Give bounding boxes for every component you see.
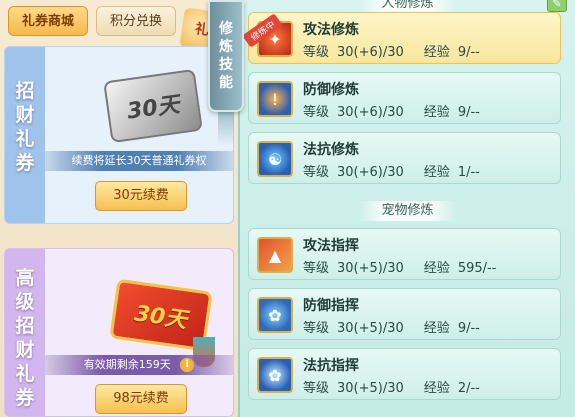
skill-stats: 等级 30(+6)/30 经验 1/-- — [303, 165, 480, 180]
silver-ticket-icon: 30天 — [103, 68, 203, 144]
skill-row-attack-magic[interactable]: ✦ 修炼中 攻法修炼 等级 30(+6)/30 经验 9/-- — [242, 12, 561, 64]
skill-stats: 等级 30(+6)/30 经验 9/-- — [303, 45, 480, 60]
skill-stats: 等级 30(+6)/30 经验 9/-- — [303, 105, 480, 120]
skill-row-pet-attack[interactable]: ▲ 攻法指挥 等级 30(+5)/30 经验 595/-- — [248, 228, 561, 280]
skill-name: 攻法指挥 — [303, 238, 359, 254]
renew-30-button[interactable]: 30元续费 — [95, 181, 187, 211]
shop-panel: 礼券商城 积分兑换 礼 招 财 礼 券 30天 续费将延长30天普通礼券权 30… — [0, 0, 238, 417]
scroll-tab-tassel — [218, 110, 234, 146]
premium-fortune-coupon-card: 高 级 招 财 礼 券 30天 有效期剩余159天 i 98元续费 — [4, 248, 234, 417]
premium-coupon-title: 高 级 招 财 礼 券 — [15, 267, 35, 409]
edit-icon[interactable]: ✎ — [547, 0, 567, 12]
defense-shield-icon: ! — [257, 81, 293, 117]
skill-name: 法抗修炼 — [303, 142, 359, 158]
tab-points-exchange[interactable]: 积分兑换 — [96, 6, 176, 36]
skill-stats: 等级 30(+5)/30 经验 595/-- — [303, 261, 497, 276]
fortune-coupon-card: 招 财 礼 券 30天 续费将延长30天普通礼券权 30元续费 — [4, 46, 234, 224]
cultivation-panel: 人物修炼 ✎ ✦ 修炼中 攻法修炼 等级 30(+6)/30 经验 9/-- ! 防御… — [238, 0, 575, 417]
info-icon[interactable]: i — [180, 358, 195, 372]
skill-stats: 等级 30(+5)/30 经验 9/-- — [303, 321, 480, 336]
fortune-coupon-title: 招 财 礼 券 — [15, 80, 35, 174]
skill-row-pet-resist[interactable]: ✿ 法抗指挥 等级 30(+5)/30 经验 2/-- — [248, 348, 561, 400]
renew-98-button[interactable]: 98元续费 — [95, 384, 187, 414]
cultivation-skills-tab[interactable]: 修 炼 技 能 — [208, 0, 244, 112]
tab-gift-coupon-mall[interactable]: 礼券商城 — [8, 6, 88, 36]
skill-name: 攻法修炼 — [303, 22, 359, 38]
renew-info-strip: 续费将延长30天普通礼券权 — [45, 151, 233, 171]
section-title-pet: 宠物修炼 — [270, 201, 545, 221]
validity-strip: 有效期剩余159天 i — [45, 355, 233, 375]
pet-resist-paw-icon: ✿ — [257, 357, 293, 393]
skill-stats: 等级 30(+5)/30 经验 2/-- — [303, 381, 480, 396]
skill-row-defense[interactable]: ! 防御修炼 等级 30(+6)/30 经验 9/-- — [248, 72, 561, 124]
resist-yinyang-icon: ☯ — [257, 141, 293, 177]
skill-row-magic-resist[interactable]: ☯ 法抗修炼 等级 30(+6)/30 经验 1/-- — [248, 132, 561, 184]
pet-defense-paw-icon: ✿ — [257, 297, 293, 333]
skill-row-pet-defense[interactable]: ✿ 防御指挥 等级 30(+5)/30 经验 9/-- — [248, 288, 561, 340]
skill-name: 法抗指挥 — [303, 358, 359, 374]
pet-attack-icon: ▲ — [257, 237, 293, 273]
skill-name: 防御指挥 — [303, 298, 359, 314]
skill-name: 防御修炼 — [303, 82, 359, 98]
